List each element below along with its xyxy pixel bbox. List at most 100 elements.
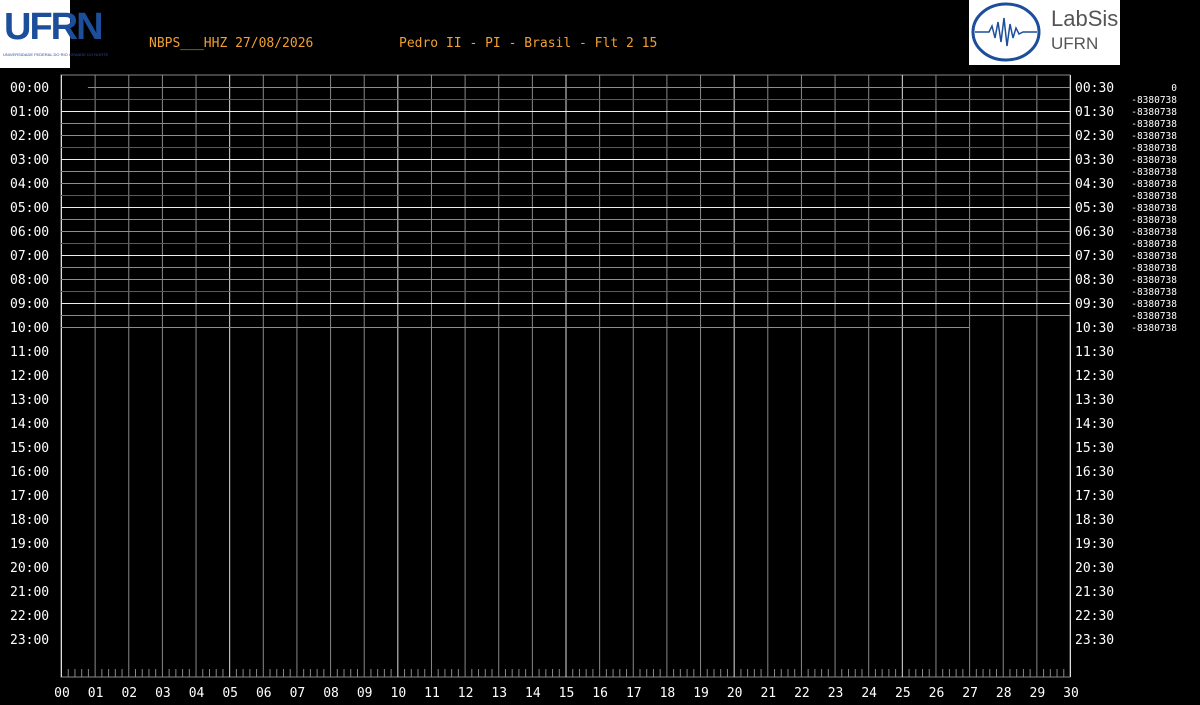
left-time-label: 21:00 — [10, 585, 49, 600]
trace-offset-label: -8380738 — [1131, 143, 1177, 154]
chart-grid — [60, 74, 1071, 678]
trace-offset-label: -8380738 — [1131, 251, 1177, 262]
x-tick-label: 01 — [88, 686, 104, 701]
right-time-label: 05:30 — [1075, 201, 1114, 216]
left-time-label: 04:00 — [10, 177, 49, 192]
right-time-label: 01:30 — [1075, 105, 1114, 120]
right-time-label: 09:30 — [1075, 297, 1114, 312]
left-time-label: 18:00 — [10, 513, 49, 528]
x-tick-label: 17 — [626, 686, 642, 701]
trace-offset-label: -8380738 — [1131, 95, 1177, 106]
left-time-label: 16:00 — [10, 465, 49, 480]
chart-labels: 00:00 01:00 02:00 03:00 04:00 05:00 06:00 07:00… — [10, 81, 1177, 701]
trace-offset-label: -8380738 — [1131, 239, 1177, 250]
x-tick-label: 02 — [121, 686, 137, 701]
left-time-label: 07:00 — [10, 249, 49, 264]
x-tick-label: 04 — [189, 686, 205, 701]
x-tick-label: 29 — [1030, 686, 1046, 701]
trace-offset-label: -8380738 — [1131, 275, 1177, 286]
x-tick-label: 07 — [290, 686, 306, 701]
right-time-label: 17:30 — [1075, 489, 1114, 504]
x-tick-label: 16 — [592, 686, 608, 701]
left-time-label: 17:00 — [10, 489, 49, 504]
right-time-label: 11:30 — [1075, 345, 1114, 360]
right-time-label: 23:30 — [1075, 633, 1114, 648]
left-time-label: 01:00 — [10, 105, 49, 120]
helicorder-stage: UFRN UNIVERSIDADE FEDERAL DO RIO GRANDE … — [0, 0, 1200, 705]
right-time-label: 22:30 — [1075, 609, 1114, 624]
x-tick-label: 14 — [525, 686, 541, 701]
trace-offset-label: -8380738 — [1131, 155, 1177, 166]
trace-offset-label: -8380738 — [1131, 227, 1177, 238]
x-tick-label: 23 — [828, 686, 844, 701]
right-time-label: 00:30 — [1075, 81, 1114, 96]
location-title: Pedro II - PI - Brasil - Flt 2 15 — [399, 36, 657, 51]
trace-offset-label: -8380738 — [1131, 311, 1177, 322]
trace-offset-label: -8380738 — [1131, 107, 1177, 118]
left-time-label: 11:00 — [10, 345, 49, 360]
x-tick-label: 19 — [693, 686, 709, 701]
right-time-label: 06:30 — [1075, 225, 1114, 240]
right-time-label: 03:30 — [1075, 153, 1114, 168]
left-time-label: 06:00 — [10, 225, 49, 240]
x-tick-label: 18 — [660, 686, 676, 701]
trace-offset-label: -8380738 — [1131, 167, 1177, 178]
trace-offset-label: -8380738 — [1131, 179, 1177, 190]
x-tick-label: 28 — [996, 686, 1012, 701]
x-tick-label: 05 — [222, 686, 238, 701]
right-time-label: 19:30 — [1075, 537, 1114, 552]
right-time-label: 02:30 — [1075, 129, 1114, 144]
x-tick-label: 11 — [424, 686, 440, 701]
x-tick-label: 03 — [155, 686, 171, 701]
x-tick-label: 20 — [727, 686, 743, 701]
right-time-label: 21:30 — [1075, 585, 1114, 600]
right-time-label: 10:30 — [1075, 321, 1114, 336]
left-time-label: 03:00 — [10, 153, 49, 168]
x-tick-label: 13 — [491, 686, 507, 701]
right-time-label: 07:30 — [1075, 249, 1114, 264]
x-tick-label: 15 — [559, 686, 575, 701]
left-time-label: 08:00 — [10, 273, 49, 288]
right-time-label: 08:30 — [1075, 273, 1114, 288]
right-time-label: 13:30 — [1075, 393, 1114, 408]
chart-traces — [61, 87, 1070, 328]
right-time-label: 04:30 — [1075, 177, 1114, 192]
left-time-label: 12:00 — [10, 369, 49, 384]
helicorder-chart: NBPS___HHZ 27/08/2026 Pedro II - PI - Br… — [10, 36, 1177, 701]
x-tick-label: 27 — [962, 686, 978, 701]
x-tick-label: 22 — [794, 686, 810, 701]
trace-offset-label: 0 — [1171, 83, 1177, 94]
right-time-label: 14:30 — [1075, 417, 1114, 432]
x-tick-label: 08 — [323, 686, 339, 701]
x-tick-label: 21 — [760, 686, 776, 701]
right-time-label: 16:30 — [1075, 465, 1114, 480]
right-time-label: 18:30 — [1075, 513, 1114, 528]
trace-offset-label: -8380738 — [1131, 191, 1177, 202]
trace-offset-label: -8380738 — [1131, 119, 1177, 130]
trace-offset-label: -8380738 — [1131, 299, 1177, 310]
trace-offset-label: -8380738 — [1131, 215, 1177, 226]
x-tick-label: 30 — [1063, 686, 1079, 701]
trace-offset-label: -8380738 — [1131, 203, 1177, 214]
trace-offset-label: -8380738 — [1131, 323, 1177, 334]
x-tick-label: 26 — [929, 686, 945, 701]
right-time-label: 20:30 — [1075, 561, 1114, 576]
x-tick-label: 24 — [861, 686, 877, 701]
x-tick-label: 06 — [256, 686, 272, 701]
left-time-label: 15:00 — [10, 441, 49, 456]
station-title: NBPS___HHZ 27/08/2026 — [149, 36, 313, 51]
left-time-label: 20:00 — [10, 561, 49, 576]
left-time-label: 02:00 — [10, 129, 49, 144]
x-tick-label: 25 — [895, 686, 911, 701]
left-time-label: 19:00 — [10, 537, 49, 552]
x-tick-label: 00 — [54, 686, 70, 701]
left-time-label: 09:00 — [10, 297, 49, 312]
left-time-label: 10:00 — [10, 321, 49, 336]
trace-offset-label: -8380738 — [1131, 287, 1177, 298]
left-time-label: 22:00 — [10, 609, 49, 624]
left-time-label: 05:00 — [10, 201, 49, 216]
trace-offset-label: -8380738 — [1131, 263, 1177, 274]
x-tick-label: 09 — [357, 686, 373, 701]
left-time-label: 00:00 — [10, 81, 49, 96]
trace-offset-label: -8380738 — [1131, 131, 1177, 142]
